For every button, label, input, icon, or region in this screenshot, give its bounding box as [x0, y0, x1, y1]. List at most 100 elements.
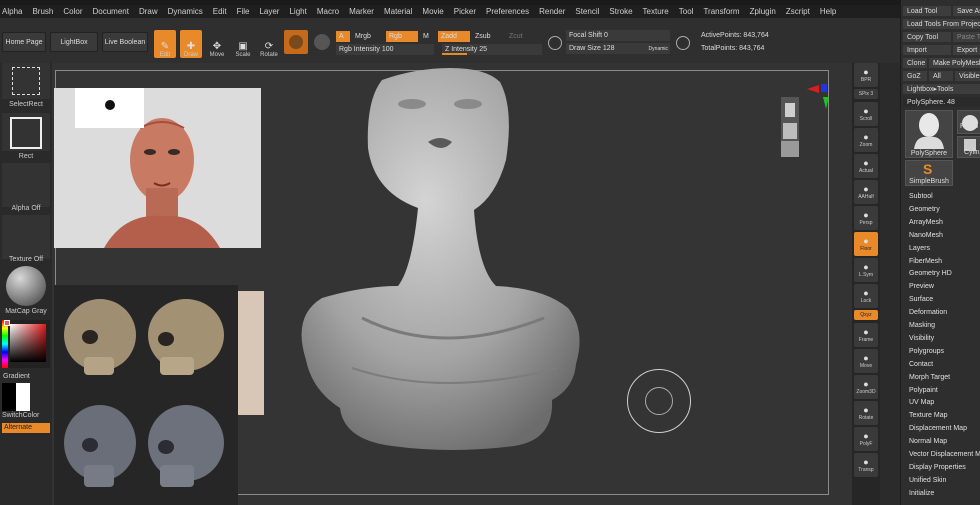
subpalette-item[interactable]: Texture Map: [909, 412, 948, 419]
switch-color-button[interactable]: SwitchColor: [0, 412, 52, 419]
shelf-transp-button[interactable]: ● Transp: [854, 453, 878, 477]
zsub-button[interactable]: Zsub: [472, 31, 502, 42]
shelf-spix-3-button[interactable]: SPix 3: [854, 89, 878, 99]
import-button[interactable]: Import: [903, 45, 951, 55]
material-sphere-icon[interactable]: [314, 34, 330, 50]
primary-color[interactable]: [2, 383, 16, 411]
subpalette-item[interactable]: Morph Target: [909, 374, 950, 381]
goz-button[interactable]: GoZ: [903, 71, 927, 81]
draw-size-slider[interactable]: Draw Size 128 Dynamic: [566, 43, 670, 54]
shelf-l-sym-button[interactable]: ● L.Sym: [854, 258, 878, 282]
export-button[interactable]: Export: [953, 45, 980, 55]
subpalette-item[interactable]: Deformation: [909, 309, 947, 316]
menu-item[interactable]: Zscript: [786, 7, 810, 16]
alpha-selector[interactable]: [2, 163, 50, 207]
subpalette-item[interactable]: Masking: [909, 322, 935, 329]
menu-item[interactable]: Picker: [454, 7, 476, 16]
menu-item[interactable]: Zplugin: [750, 7, 776, 16]
shelf-persp-button[interactable]: ● Persp: [854, 206, 878, 230]
subpalette-item[interactable]: ArrayMesh: [909, 219, 943, 226]
shelf-actual-button[interactable]: ● Actual: [854, 154, 878, 178]
zadd-button[interactable]: Zadd: [438, 31, 470, 42]
material-swatch[interactable]: [284, 30, 308, 54]
shelf-polyf-button[interactable]: ● PolyF: [854, 427, 878, 451]
sculpt-model[interactable]: [282, 68, 652, 463]
subpalette-item[interactable]: Unified Skin: [909, 477, 946, 484]
menu-item[interactable]: Texture: [643, 7, 669, 16]
subpalette-item[interactable]: Vector Displacement Map: [909, 451, 980, 458]
load-tools-from-project-button[interactable]: Load Tools From Project: [903, 19, 980, 29]
subpalette-item[interactable]: Subtool: [909, 193, 933, 200]
menu-item[interactable]: Render: [539, 7, 565, 16]
load-tool-button[interactable]: Load Tool: [903, 6, 951, 16]
current-tool-slider[interactable]: PolySphere. 48: [903, 97, 980, 107]
menu-item[interactable]: Help: [820, 7, 836, 16]
shelf-zoom-button[interactable]: ● Zoom: [854, 128, 878, 152]
brush-selector[interactable]: [2, 113, 50, 151]
menu-item[interactable]: Transform: [703, 7, 739, 16]
subpalette-item[interactable]: Layers: [909, 245, 930, 252]
tool-thumb-cylinder[interactable]: Cylin: [957, 136, 980, 158]
menu-item[interactable]: Edit: [213, 7, 227, 16]
secondary-color[interactable]: [16, 383, 30, 411]
menu-item[interactable]: Preferences: [486, 7, 529, 16]
subpalette-item[interactable]: Contact: [909, 361, 933, 368]
menu-item[interactable]: Draw: [139, 7, 158, 16]
paste-tool-button[interactable]: Paste T: [953, 32, 980, 42]
live-boolean-button[interactable]: Live Boolean: [102, 32, 148, 52]
lightbox-tools-button[interactable]: Lightbox▸Tools: [903, 84, 980, 94]
navigation-cube[interactable]: [777, 83, 835, 161]
subpalette-item[interactable]: Polypaint: [909, 387, 938, 394]
menu-item[interactable]: Stencil: [575, 7, 599, 16]
clone-button[interactable]: Clone: [903, 58, 927, 68]
home-page-button[interactable]: Home Page: [2, 32, 46, 52]
menu-item[interactable]: Layer: [259, 7, 279, 16]
goz-all-button[interactable]: All: [929, 71, 953, 81]
zcut-button[interactable]: Zcut: [506, 31, 536, 42]
alternate-button[interactable]: Alternate: [2, 423, 50, 433]
a-toggle[interactable]: A: [336, 31, 350, 42]
document-canvas[interactable]: [52, 63, 852, 505]
menu-item[interactable]: Dynamics: [168, 7, 203, 16]
menu-item[interactable]: Macro: [317, 7, 339, 16]
save-as-button[interactable]: Save As: [953, 6, 980, 16]
stroke-selector[interactable]: [2, 63, 50, 99]
rgb-button[interactable]: Rgb: [386, 31, 418, 42]
shelf-lock-button[interactable]: ● Lock: [854, 284, 878, 308]
subpalette-item[interactable]: Displacement Map: [909, 425, 967, 432]
subpalette-item[interactable]: Normal Map: [909, 438, 947, 445]
saturation-box[interactable]: [10, 324, 46, 362]
shelf-floor-button[interactable]: ● Floor: [854, 232, 878, 256]
menu-item[interactable]: Stroke: [609, 7, 632, 16]
tool-thumb-polysphere[interactable]: PolySphere: [905, 110, 953, 158]
color-picker[interactable]: [2, 320, 50, 368]
texture-selector[interactable]: [2, 215, 50, 259]
menu-item[interactable]: Alpha: [2, 7, 22, 16]
subpalette-item[interactable]: Display Properties: [909, 464, 966, 471]
menu-item[interactable]: File: [237, 7, 250, 16]
focal-shift-slider[interactable]: Focal Shift 0: [566, 30, 670, 41]
subpalette-item[interactable]: Initialize: [909, 490, 934, 497]
shelf-bpr-button[interactable]: ● BPR: [854, 63, 878, 87]
goz-visible-button[interactable]: Visible: [955, 71, 980, 81]
menu-item[interactable]: Marker: [349, 7, 374, 16]
subpalette-item[interactable]: Surface: [909, 296, 933, 303]
menu-item[interactable]: Color: [63, 7, 82, 16]
dynamic-label[interactable]: Dynamic: [649, 46, 668, 52]
menu-item[interactable]: Light: [289, 7, 306, 16]
edit-button[interactable]: ✎ Edit: [154, 30, 176, 58]
shelf-zoom3d-button[interactable]: ● Zoom3D: [854, 375, 878, 399]
shelf-scroll-button[interactable]: ● Scroll: [854, 102, 878, 126]
menu-item[interactable]: Movie: [422, 7, 443, 16]
menu-item[interactable]: Tool: [679, 7, 694, 16]
scale-button[interactable]: ▣ Scale: [232, 30, 254, 59]
shelf-frame-button[interactable]: ● Frame: [854, 323, 878, 347]
hue-strip[interactable]: [2, 320, 8, 368]
draw-button[interactable]: ✚ Draw: [180, 30, 202, 58]
move-button[interactable]: ✥ Move: [206, 30, 228, 59]
tool-thumb-polys[interactable]: PolyS: [957, 110, 980, 134]
m-button[interactable]: M: [420, 31, 432, 42]
material-selector[interactable]: [2, 266, 50, 308]
rotate-button[interactable]: ⟳ Rotate: [258, 30, 280, 59]
make-polymesh-button[interactable]: Make PolyMesh3D: [929, 58, 980, 68]
